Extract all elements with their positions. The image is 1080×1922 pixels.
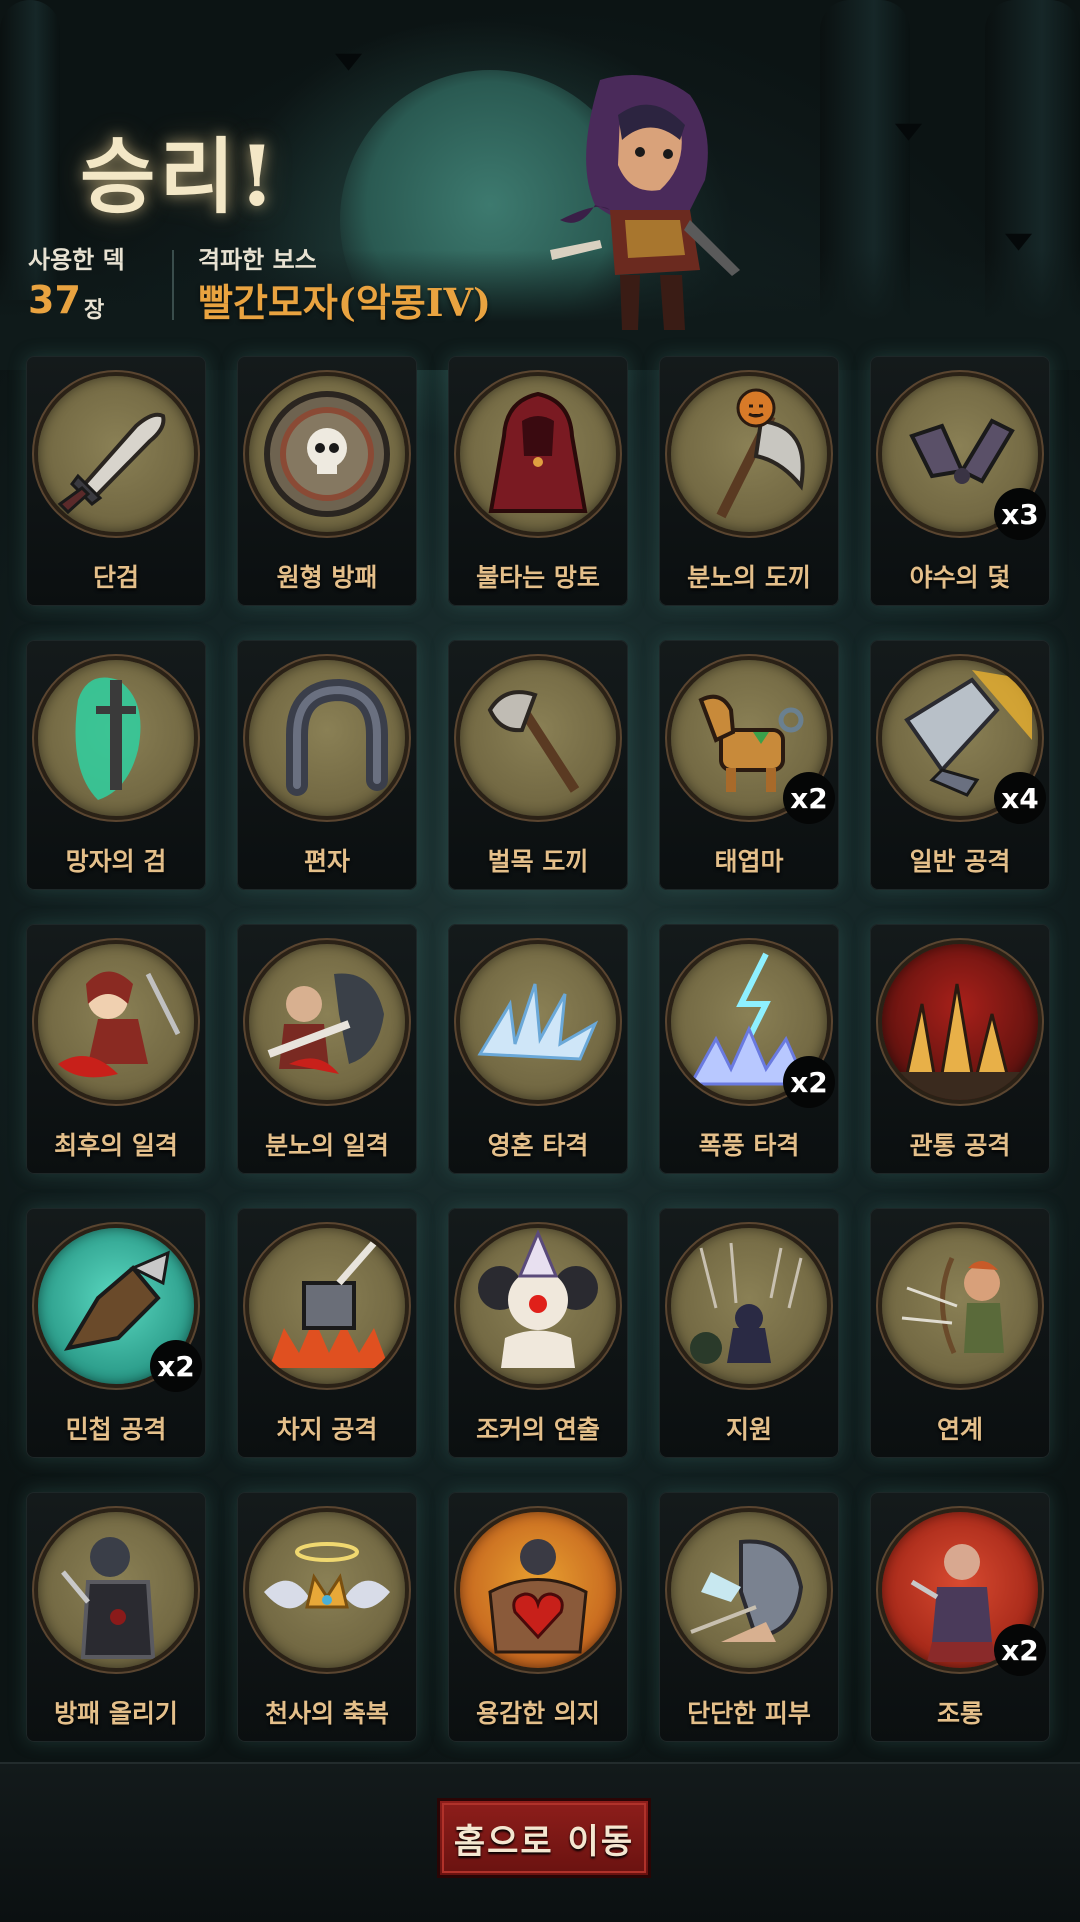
card-slot[interactable]: x2 폭풍 타격: [659, 924, 839, 1174]
red-hood-hero-illustration: [550, 75, 740, 330]
card-name: 폭풍 타격: [698, 1131, 800, 1160]
card-grid: 단검 원형 방패 불타는 망토 분노의 도끼 x3 야수의 덫 망자의 검 편자…: [26, 356, 1056, 1742]
archer-icon: [882, 1228, 1038, 1384]
victory-title: 승리!: [80, 129, 279, 225]
card-slot[interactable]: 벌목 도끼: [448, 640, 628, 890]
card-name: 지원: [725, 1415, 772, 1444]
card-name: 분노의 도끼: [687, 563, 811, 592]
card-name: 관통 공격: [909, 1131, 1011, 1160]
joker-icon: [460, 1228, 616, 1384]
card-slot[interactable]: 최후의 일격: [26, 924, 206, 1174]
hammer-slam-icon: [249, 1228, 405, 1384]
card-name: 조롱: [936, 1699, 983, 1728]
final-strike-icon: [38, 944, 194, 1100]
card-name: 용감한 의지: [476, 1699, 600, 1728]
card-slot[interactable]: x3 야수의 덫: [870, 356, 1050, 606]
card-name: 벌목 도끼: [487, 847, 589, 876]
card-slot[interactable]: 분노의 도끼: [659, 356, 839, 606]
card-slot[interactable]: 단단한 피부: [659, 1492, 839, 1742]
card-name: 편자: [303, 847, 350, 876]
deck-label: 사용한 덱: [28, 246, 125, 274]
angel-crown-icon: [249, 1512, 405, 1668]
boss-label: 격파한 보스: [198, 246, 317, 274]
dagger-icon: [38, 376, 194, 532]
card-slot[interactable]: 조커의 연출: [448, 1208, 628, 1458]
divider: [172, 250, 174, 320]
count-badge: x3: [994, 488, 1046, 540]
ghost-sword-icon: [38, 660, 194, 816]
card-name: 연계: [936, 1415, 983, 1444]
deck-unit: 장: [84, 298, 105, 323]
home-button[interactable]: 홈으로 이동: [437, 1798, 651, 1878]
card-name: 최후의 일격: [54, 1131, 178, 1160]
card-name: 망자의 검: [65, 847, 167, 876]
card-name: 영혼 타격: [487, 1131, 589, 1160]
card-name: 단단한 피부: [687, 1699, 811, 1728]
card-name: 일반 공격: [909, 847, 1011, 876]
hatchet-icon: [460, 660, 616, 816]
card-name: 민첩 공격: [65, 1415, 167, 1444]
card-slot[interactable]: 연계: [870, 1208, 1050, 1458]
card-slot[interactable]: 영혼 타격: [448, 924, 628, 1174]
count-badge: x2: [783, 1056, 835, 1108]
card-name: 단검: [92, 563, 139, 592]
card-slot[interactable]: x4 일반 공격: [870, 640, 1050, 890]
count-badge: x4: [994, 772, 1046, 824]
card-name: 야수의 덫: [909, 563, 1011, 592]
card-name: 태엽마: [714, 847, 784, 876]
card-slot[interactable]: 천사의 축복: [237, 1492, 417, 1742]
card-name: 천사의 축복: [265, 1699, 389, 1728]
card-name: 분노의 일격: [265, 1131, 389, 1160]
arrow-rain-icon: [671, 1228, 827, 1384]
ice-spikes-icon: [460, 944, 616, 1100]
card-name: 불타는 망토: [476, 563, 600, 592]
count-badge: x2: [150, 1340, 202, 1392]
card-slot[interactable]: x2 조롱: [870, 1492, 1050, 1742]
card-slot[interactable]: 방패 올리기: [26, 1492, 206, 1742]
bat-icon: ▾: [894, 110, 923, 150]
pierce-spikes-icon: [882, 944, 1038, 1100]
card-slot[interactable]: 관통 공격: [870, 924, 1050, 1174]
card-name: 조커의 연출: [476, 1415, 600, 1444]
card-slot[interactable]: 원형 방패: [237, 356, 417, 606]
card-slot[interactable]: 차지 공격: [237, 1208, 417, 1458]
count-badge: x2: [994, 1624, 1046, 1676]
horseshoe-icon: [249, 660, 405, 816]
card-slot[interactable]: 편자: [237, 640, 417, 890]
card-slot[interactable]: 분노의 일격: [237, 924, 417, 1174]
card-slot[interactable]: x2 태엽마: [659, 640, 839, 890]
boss-name: 빨간모자(악몽IV): [198, 280, 491, 325]
card-slot[interactable]: 불타는 망토: [448, 356, 628, 606]
tower-shield-icon: [38, 1512, 194, 1668]
card-name: 방패 올리기: [54, 1699, 178, 1728]
pumpkin-axe-icon: [671, 376, 827, 532]
round-shield-icon: [249, 376, 405, 532]
deck-count: 37: [28, 278, 81, 322]
rage-strike-icon: [249, 944, 405, 1100]
card-slot[interactable]: 용감한 의지: [448, 1492, 628, 1742]
stone-skin-icon: [671, 1512, 827, 1668]
bat-icon: ▾: [334, 40, 363, 80]
count-badge: x2: [783, 772, 835, 824]
card-slot[interactable]: x2 민첩 공격: [26, 1208, 206, 1458]
card-slot[interactable]: 단검: [26, 356, 206, 606]
card-name: 차지 공격: [276, 1415, 378, 1444]
card-slot[interactable]: 지원: [659, 1208, 839, 1458]
brave-heart-icon: [460, 1512, 616, 1668]
red-cloak-icon: [460, 376, 616, 532]
card-slot[interactable]: 망자의 검: [26, 640, 206, 890]
card-name: 원형 방패: [276, 563, 378, 592]
